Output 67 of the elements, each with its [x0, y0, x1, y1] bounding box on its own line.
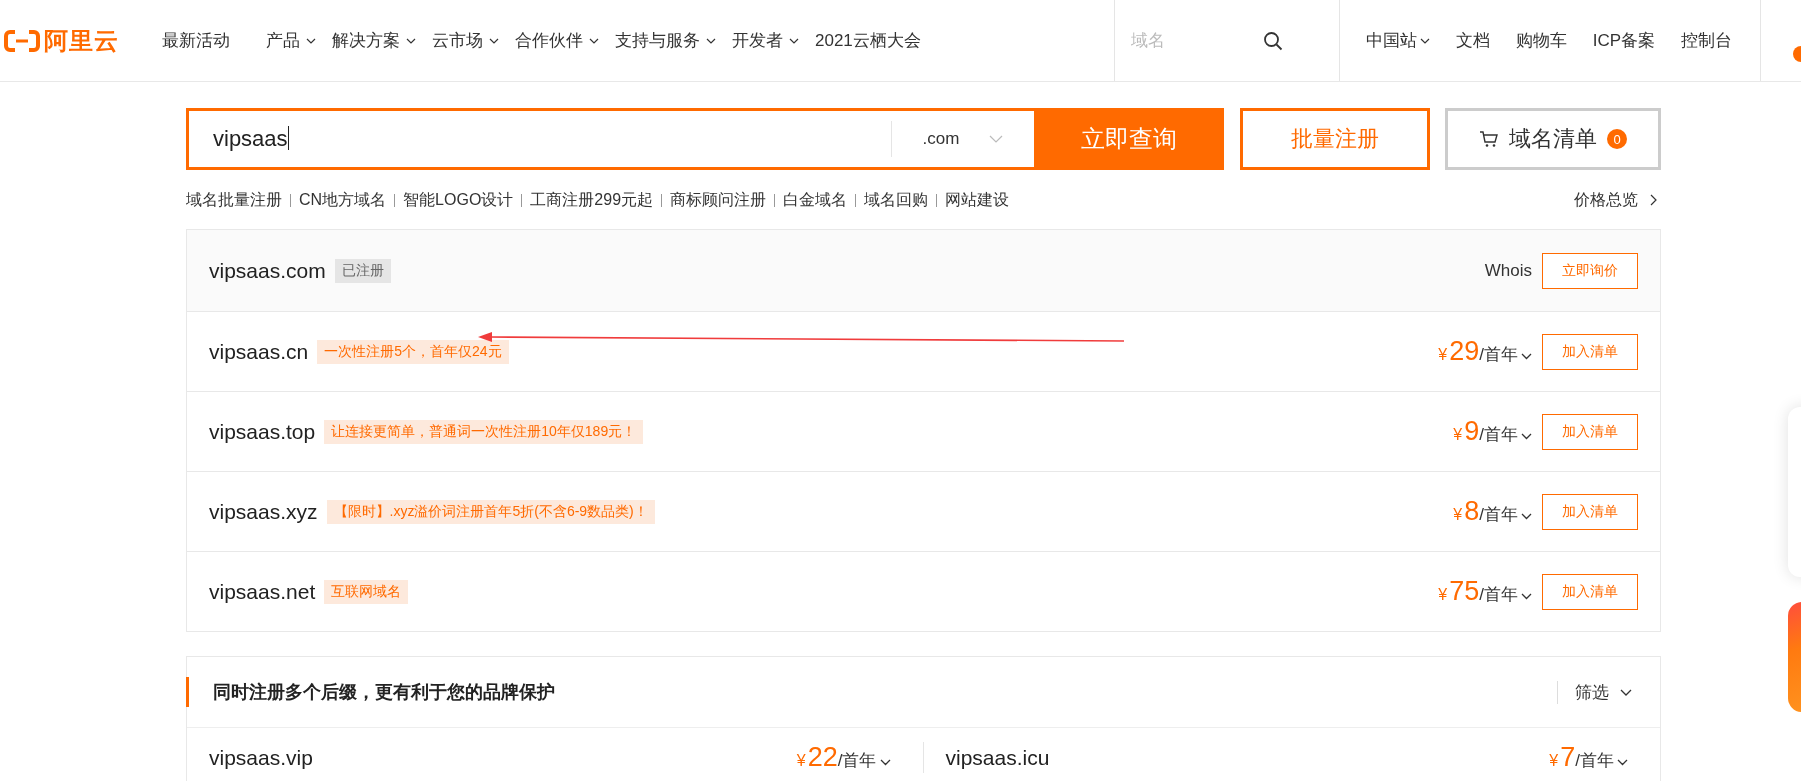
- domain-name: vipsaas.net: [209, 579, 316, 604]
- domain-list-button[interactable]: 域名清单 0: [1445, 108, 1661, 170]
- nav-link[interactable]: 购物车: [1515, 29, 1567, 52]
- domain-name: vipsaas.cn: [209, 339, 309, 364]
- price-dropdown[interactable]: ¥29/首年: [1438, 336, 1532, 367]
- domain-name: vipsaas.top: [209, 419, 316, 444]
- domain-search-field[interactable]: vipsaas .com: [186, 108, 1034, 170]
- chevron-down-icon: [879, 759, 891, 766]
- chevron-down-icon: [706, 37, 716, 44]
- chevron-down-icon: [306, 37, 316, 44]
- promo-tag: 互联网域名: [324, 579, 409, 604]
- logo-icon: [4, 29, 40, 52]
- price-overview-link[interactable]: 价格总览: [1574, 189, 1661, 211]
- chevron-down-icon: [1521, 353, 1532, 360]
- price-dropdown[interactable]: ¥22/首年: [796, 742, 891, 773]
- search-icon[interactable]: [1262, 30, 1283, 51]
- quick-link[interactable]: 域名回购: [864, 189, 929, 211]
- nav-item[interactable]: 合作伙伴: [507, 29, 607, 52]
- price-dropdown[interactable]: ¥9/首年: [1453, 416, 1532, 447]
- price-dropdown[interactable]: ¥7/首年: [1549, 742, 1628, 773]
- price-dropdown[interactable]: ¥75/首年: [1438, 576, 1532, 607]
- chevron-right-icon: [1650, 194, 1657, 206]
- section-title: 同时注册多个后缀，更有利于您的品牌保护: [213, 681, 555, 704]
- chevron-down-icon: [789, 37, 799, 44]
- status-tag: 已注册: [334, 258, 391, 283]
- chevron-down-icon: [1521, 433, 1532, 440]
- quick-link[interactable]: 白金域名: [783, 189, 848, 211]
- nav-item[interactable]: 开发者: [724, 29, 807, 52]
- nav-link[interactable]: ICP备案: [1592, 29, 1655, 52]
- quick-link[interactable]: 域名批量注册: [186, 189, 282, 211]
- cart-icon: [1479, 130, 1499, 148]
- quick-link[interactable]: 商标顾问注册: [670, 189, 767, 211]
- nav-link[interactable]: 中国站: [1365, 29, 1430, 52]
- whois-link[interactable]: Whois: [1484, 260, 1532, 281]
- promo-tag: 一次性注册5个，首年仅24元: [317, 339, 509, 364]
- domain-name: vipsaas.icu: [945, 745, 1050, 770]
- chevron-down-icon: [1419, 37, 1430, 44]
- logo-text: 阿里云: [44, 25, 119, 56]
- quick-link[interactable]: CN地方域名: [299, 189, 387, 211]
- quick-link[interactable]: 工商注册299元起: [530, 189, 654, 211]
- chevron-down-icon: [1620, 688, 1632, 696]
- promo-tag: 让连接更简单，普通词一次性注册10年仅189元！: [324, 419, 644, 444]
- promo-tag: 【限时】.xyz溢价词注册首年5折(不含6-9数品类)！: [326, 499, 655, 524]
- domain-name: vipsaas.vip: [209, 745, 313, 770]
- nav-item[interactable]: 解决方案: [324, 29, 424, 52]
- search-value: vipsaas: [212, 126, 290, 152]
- chevron-down-icon: [1521, 593, 1532, 600]
- chevron-down-icon: [489, 37, 499, 44]
- chevron-down-icon: [406, 37, 416, 44]
- filter-dropdown[interactable]: 筛选: [1557, 680, 1632, 704]
- quick-link[interactable]: 智能LOGO设计: [403, 189, 514, 211]
- domain-name: vipsaas.com: [209, 258, 326, 283]
- chevron-down-icon: [1521, 513, 1532, 520]
- chevron-down-icon: [589, 37, 599, 44]
- nav-item[interactable]: 产品: [258, 29, 324, 52]
- domain-name: vipsaas.xyz: [209, 499, 318, 524]
- chevron-down-icon: [989, 135, 1004, 143]
- nav-item[interactable]: 支持与服务: [607, 29, 724, 52]
- quick-link[interactable]: 网站建设: [945, 189, 1010, 211]
- nav-item[interactable]: 云市场: [424, 29, 507, 52]
- nav-link[interactable]: 文档: [1455, 29, 1490, 52]
- nav-link[interactable]: 控制台: [1681, 29, 1732, 52]
- count-badge: 0: [1607, 129, 1627, 149]
- chevron-down-icon: [1617, 759, 1628, 766]
- nav-item[interactable]: 2021云栖大会: [807, 29, 929, 52]
- nav-item[interactable]: 最新活动: [154, 29, 238, 52]
- price-dropdown[interactable]: ¥8/首年: [1453, 496, 1532, 527]
